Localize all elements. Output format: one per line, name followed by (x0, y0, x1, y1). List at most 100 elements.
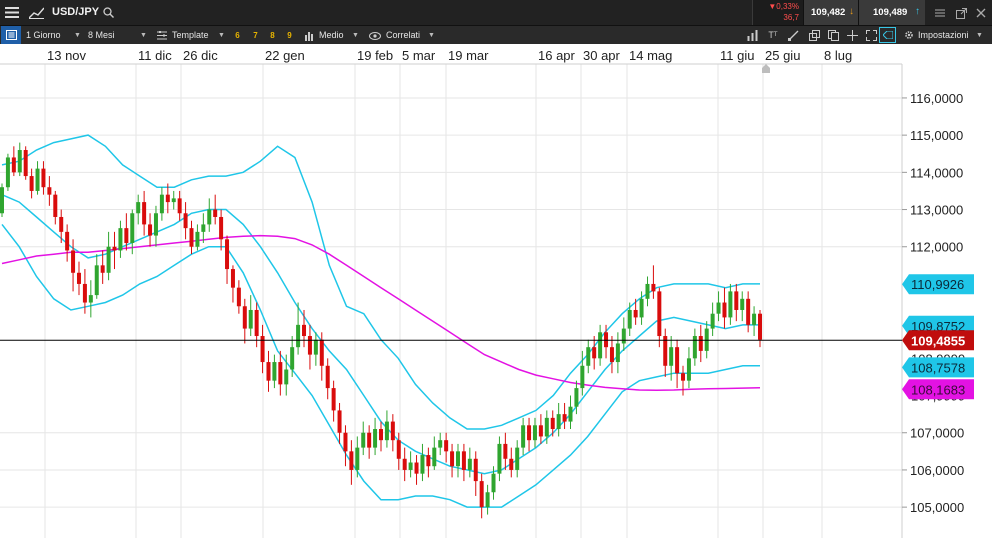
size-icon (303, 30, 315, 41)
sell-button[interactable]: 109,482 ↓ (803, 0, 858, 25)
candle-body (313, 339, 318, 355)
candle-body (710, 313, 715, 329)
candle-body (177, 198, 182, 214)
candle-body (0, 187, 4, 214)
chart-toolbar: 1 Giorno ▼ 8 Mesi ▼ Template ▼ 6 7 8 9 M… (0, 25, 992, 44)
candle-body (236, 287, 241, 307)
text-icon[interactable]: TT (766, 28, 780, 42)
candle-body (94, 265, 99, 296)
preset-button[interactable]: 8 (267, 30, 278, 41)
candle-body (100, 265, 105, 273)
indicators-icon[interactable] (745, 28, 759, 42)
candle-body (497, 443, 502, 474)
preset-button[interactable]: 9 (284, 30, 295, 41)
size-select[interactable]: Medio (319, 26, 344, 45)
layers-icon[interactable] (807, 28, 821, 42)
buy-button[interactable]: 109,489 ↑ (858, 0, 925, 25)
candle-body (698, 336, 703, 351)
candle-body (467, 458, 472, 470)
candle-body (491, 473, 496, 493)
candle-body (692, 336, 697, 359)
arrow-up-icon: ↑ (915, 6, 920, 17)
y-tick-label: 115,0000 (910, 128, 963, 143)
candle-body (17, 150, 22, 173)
price-chart[interactable]: 13 nov 11 dic 26 dic 22 gen 19 feb 5 mar 19 ma… (0, 44, 992, 538)
candle-body (686, 358, 691, 381)
chevron-down-icon[interactable]: ▼ (218, 26, 225, 45)
candle-body (337, 410, 342, 433)
chevron-down-icon[interactable]: ▼ (352, 26, 359, 45)
candle-body (171, 198, 176, 203)
popout-icon[interactable] (953, 5, 969, 21)
candle-body (88, 295, 93, 303)
candle-body (651, 283, 656, 292)
gear-icon[interactable] (903, 29, 915, 41)
candle-body (420, 455, 425, 474)
candle-body (657, 291, 662, 337)
candle-body (189, 228, 194, 247)
menu-icon[interactable] (3, 4, 21, 21)
candle-body (485, 492, 490, 508)
drawing-icon[interactable] (786, 28, 800, 42)
candle-body (408, 462, 413, 470)
eye-icon (368, 30, 382, 41)
buy-price: 109,489 (873, 7, 908, 18)
candle-body (35, 168, 40, 191)
candle-body (379, 429, 383, 441)
candle-body (59, 216, 64, 232)
chart-type-icon[interactable] (27, 4, 45, 21)
interval-select[interactable]: 1 Giorno (26, 26, 61, 45)
chevron-down-icon[interactable]: ▼ (74, 26, 81, 45)
chevron-down-icon[interactable]: ▼ (140, 26, 147, 45)
candle-body (183, 213, 188, 229)
candle-body (438, 440, 443, 448)
search-icon[interactable] (101, 5, 115, 19)
preset-button[interactable]: 7 (250, 30, 261, 41)
fullscreen-icon[interactable] (864, 28, 878, 42)
crosshair-icon[interactable] (845, 28, 859, 42)
change-points: 36,7 (783, 13, 799, 22)
range-select[interactable]: 8 Mesi (88, 26, 115, 45)
template-select[interactable]: Template (172, 26, 209, 45)
panel-icon[interactable] (1, 26, 21, 44)
x-tick-label: 11 giu (720, 48, 754, 63)
preset-button[interactable]: 6 (232, 30, 243, 41)
candle-body (562, 414, 567, 422)
candle-body (254, 309, 259, 337)
x-tick-label: 11 dic (138, 48, 172, 63)
candle-body (538, 425, 543, 437)
related-select[interactable]: Correlati (386, 26, 420, 45)
y-tick-label: 107,0000 (910, 426, 964, 441)
candle-body (609, 347, 614, 363)
symbol-title[interactable]: USD/JPY (52, 6, 99, 18)
candle-body (450, 451, 455, 467)
candle-body (645, 283, 650, 299)
x-tick-label: 26 dic (183, 48, 218, 63)
price-tag-label: 108,7578 (911, 360, 965, 375)
close-icon[interactable] (973, 5, 989, 21)
candle-body (213, 209, 218, 217)
minimize-icon[interactable] (932, 5, 948, 21)
candle-body (402, 458, 407, 470)
candle-body (112, 246, 117, 251)
candle-body (118, 228, 123, 251)
candle-body (550, 417, 555, 430)
candle-body (521, 425, 526, 448)
settings-select[interactable]: Impostazioni (918, 26, 969, 45)
candle-body (432, 447, 437, 467)
candle-body (159, 194, 164, 214)
candle-body (473, 458, 478, 482)
chevron-down-icon[interactable]: ▼ (428, 26, 435, 45)
candle-body (349, 451, 354, 470)
candle-body (41, 168, 46, 188)
candle-body (544, 417, 549, 437)
candle-body (201, 224, 206, 232)
candle-body (165, 194, 170, 203)
copy-icon[interactable] (826, 28, 840, 42)
bookmark-icon[interactable] (879, 27, 896, 43)
chevron-down-icon[interactable]: ▼ (976, 26, 983, 45)
candle-body (307, 336, 312, 355)
candle-body (373, 429, 378, 448)
candle-body (130, 213, 135, 244)
candle-body (396, 440, 401, 459)
